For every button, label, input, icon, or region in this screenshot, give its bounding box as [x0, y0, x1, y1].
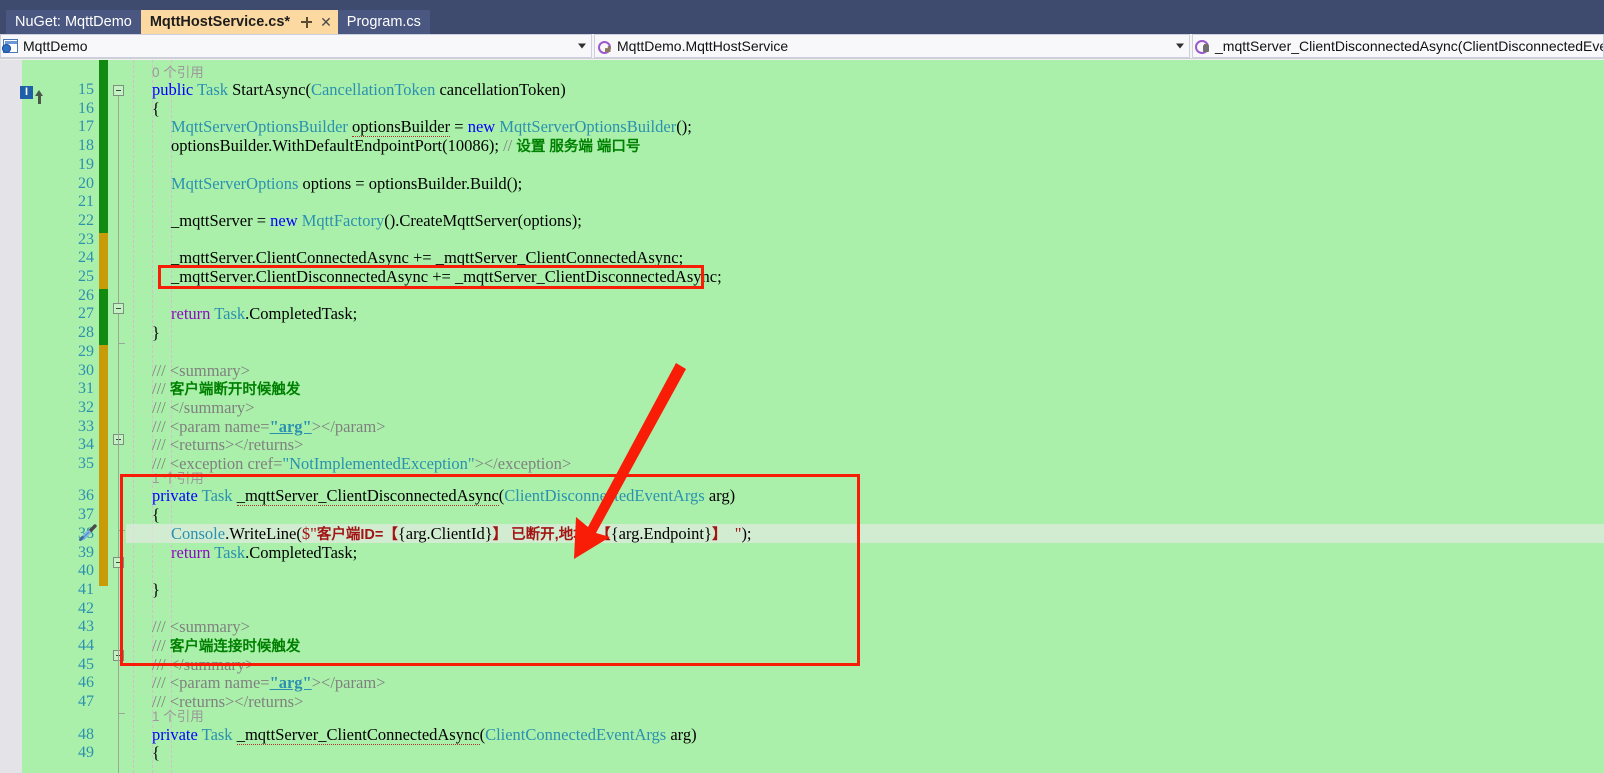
change-bar-unsaved-1 [99, 233, 108, 289]
tab-actions: ✕ [299, 15, 334, 30]
code-line-16[interactable]: { [152, 99, 160, 119]
line-number: 24 [78, 249, 94, 267]
project-dropdown-label: MqttDemo [23, 38, 88, 54]
line-number: 25 [78, 268, 94, 285]
line-number: 26 [78, 286, 94, 304]
code-line-27[interactable]: return Task.CompletedTask; [171, 305, 357, 324]
line-number: 17 [78, 118, 94, 136]
line-number: 21 [78, 193, 94, 211]
member-dropdown[interactable]: _mqttServer_ClientDisconnectedAsync(Clie… [1192, 34, 1604, 58]
outlining-margin[interactable] [112, 60, 126, 773]
code-line-41[interactable]: } [152, 580, 160, 600]
line-number: 33 [78, 417, 94, 435]
tab-nuget-mqttdemo[interactable]: NuGet: MqttDemo [6, 10, 141, 34]
line-number: 42 [78, 599, 94, 617]
editor-tab-strip: NuGet: MqttDemo MqttHostService.cs* ✕ Pr… [0, 0, 1604, 34]
code-line-22[interactable]: _mqttServer = new MqttFactory().CreateMq… [171, 211, 582, 231]
code-line-15[interactable]: public Task StartAsync(CancellationToken… [152, 80, 566, 100]
code-line-33[interactable]: /// <param name="arg"></param> [152, 417, 385, 437]
line-number: 16 [78, 99, 94, 117]
change-bar-saved-1 [99, 60, 108, 233]
line-number: 28 [78, 324, 94, 342]
line-number: 20 [78, 174, 94, 192]
code-line-36[interactable]: private Task _mqttServer_ClientDisconnec… [152, 486, 735, 507]
class-icon [595, 35, 614, 57]
line-number: 36 [78, 487, 94, 505]
collapse-region-15[interactable] [113, 85, 124, 96]
pin-icon[interactable] [299, 15, 314, 30]
line-number: 43 [78, 618, 94, 636]
doc-summary-text: 客户端断开时候触发 [169, 382, 301, 399]
line-number: 37 [78, 506, 94, 524]
line-number: 19 [78, 155, 94, 173]
line-number: 40 [78, 562, 94, 580]
selection-margin[interactable] [0, 60, 22, 773]
code-line-34[interactable]: /// <returns></returns> [152, 436, 303, 455]
indent-guide-1 [133, 60, 134, 773]
code-line-18[interactable]: optionsBuilder.WithDefaultEndpointPort(1… [171, 136, 640, 156]
line-number: 49 [78, 744, 94, 762]
line-number: 27 [78, 305, 94, 323]
tab-mqtthostservice-cs[interactable]: MqttHostService.cs* ✕ [140, 10, 338, 34]
chevron-down-icon[interactable] [1176, 43, 1184, 49]
line-number: 35 [78, 455, 94, 472]
project-dropdown[interactable]: MqttDemo [0, 34, 592, 58]
chevron-down-icon[interactable] [578, 43, 586, 49]
line-number: 45 [78, 655, 94, 673]
info-badge: I [20, 86, 33, 99]
code-line-38[interactable]: Console.WriteLine($"客户端ID=【{arg.ClientId… [171, 524, 752, 544]
change-bar-saved-2 [99, 289, 108, 345]
line-number: 41 [78, 580, 94, 598]
line-number: 30 [78, 361, 94, 379]
code-line-49[interactable]: { [152, 743, 160, 763]
tab-label: MqttHostService.cs* [149, 14, 291, 30]
code-line-45[interactable]: /// </summary> [152, 655, 254, 675]
tab-label: NuGet: MqttDemo [15, 14, 132, 30]
line-number: 18 [78, 137, 94, 155]
member-dropdown-label: _mqttServer_ClientDisconnectedAsync(Clie… [1215, 38, 1603, 54]
line-number: 47 [78, 693, 94, 711]
collapse-region-43[interactable] [113, 557, 124, 568]
line-number: 44 [78, 637, 94, 654]
code-line-37[interactable]: { [152, 505, 160, 525]
line-number: 32 [78, 398, 94, 416]
code-line-24[interactable]: _mqttServer.ClientConnectedAsync += _mqt… [171, 248, 683, 268]
code-line-30[interactable]: /// <summary> [152, 361, 250, 381]
tab-label: Program.cs [346, 14, 421, 30]
line-number: 48 [78, 725, 94, 743]
line-number: 39 [78, 543, 94, 561]
code-line-44[interactable]: /// 客户端连接时候触发 [152, 636, 301, 656]
project-globe-icon [1, 35, 20, 57]
navigation-bar: MqttDemo MqttDemo.MqttHostService _mqttS… [0, 34, 1604, 59]
code-line-17[interactable]: MqttServerOptionsBuilder optionsBuilder … [171, 117, 692, 138]
private-method-icon [1193, 35, 1212, 57]
line-number: 34 [78, 436, 94, 454]
code-line-25[interactable]: _mqttServer.ClientDisconnectedAsync += _… [171, 267, 722, 287]
close-icon[interactable]: ✕ [318, 15, 334, 29]
code-line-32[interactable]: /// </summary> [152, 398, 254, 418]
up-arrow-icon [35, 89, 43, 104]
line-number: 22 [78, 211, 94, 229]
screwdriver-icon[interactable] [78, 524, 98, 542]
collapse-region-30[interactable] [113, 303, 124, 314]
code-line-48[interactable]: private Task _mqttServer_ClientConnected… [152, 724, 697, 745]
change-bar-unsaved-2 [99, 345, 108, 586]
code-line-20[interactable]: MqttServerOptions options = optionsBuild… [171, 174, 522, 194]
line-number: 46 [78, 674, 94, 692]
code-line-28[interactable]: } [152, 323, 160, 343]
code-line-31[interactable]: /// 客户端断开时候触发 [152, 379, 301, 399]
code-line-46[interactable]: /// <param name="arg"></param> [152, 674, 385, 693]
doc-summary-text: 客户端连接时候触发 [169, 639, 301, 655]
line-number: 23 [78, 230, 94, 248]
code-line-43[interactable]: /// <summary> [152, 618, 250, 637]
type-dropdown[interactable]: MqttDemo.MqttHostService [594, 34, 1190, 58]
line-number: 29 [78, 342, 94, 360]
line-number: 31 [78, 380, 94, 398]
code-editor-surface[interactable]: 15 16 17 18 19 20 21 22 23 24 25 26 27 2… [0, 60, 1604, 773]
tab-program-cs[interactable]: Program.cs [337, 10, 430, 34]
code-line-39[interactable]: return Task.CompletedTask; [171, 543, 357, 563]
info-indicator-icon[interactable]: I [20, 86, 43, 104]
type-dropdown-label: MqttDemo.MqttHostService [617, 38, 789, 54]
code-line-35[interactable]: /// <exception cref="NotImplementedExcep… [152, 454, 571, 474]
